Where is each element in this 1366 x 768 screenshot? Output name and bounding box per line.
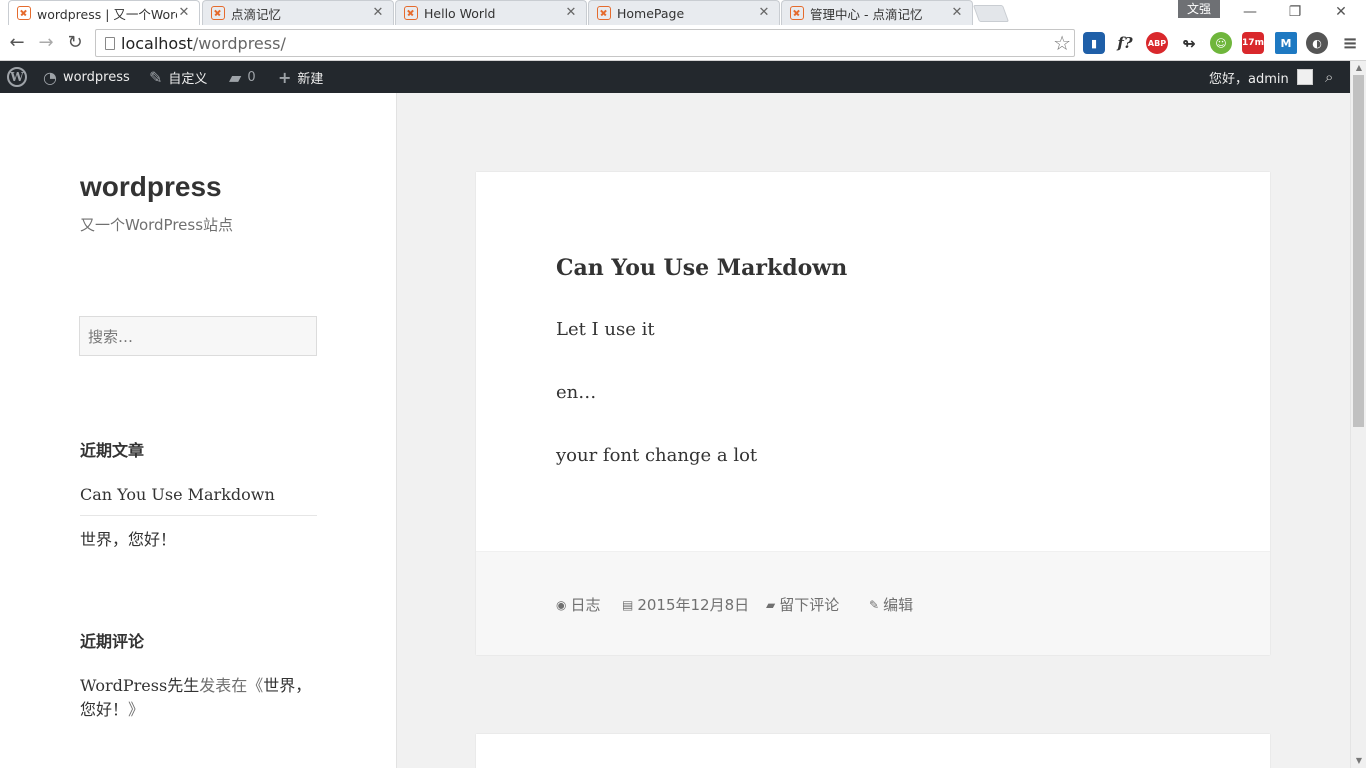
tab-wordpress[interactable]: wordpress | 又一个Word ✕ xyxy=(8,0,200,25)
calendar-icon: ▤ xyxy=(622,597,634,612)
browser-toolbar: ← → ↻ localhost/wordpress/ ☆ ▮ f? ABP ↬ … xyxy=(0,25,1366,61)
recent-comments-title: 近期评论 xyxy=(80,632,145,651)
dashboard-icon: ◔ xyxy=(43,67,57,87)
next-post-article xyxy=(476,734,1270,768)
scroll-thumb[interactable] xyxy=(1353,75,1364,427)
post-paragraph: en… xyxy=(556,382,597,403)
extension-arrow-icon[interactable]: ↬ xyxy=(1178,32,1200,54)
post-paragraph: your font change a lot xyxy=(556,445,758,466)
plus-icon: + xyxy=(278,67,292,87)
comment-author-link[interactable]: WordPress先生 xyxy=(80,676,199,695)
comment-close: 》 xyxy=(128,700,145,719)
scroll-up-icon[interactable]: ▲ xyxy=(1351,61,1366,75)
recent-comment-item: WordPress先生发表在《世界， 您好！》 xyxy=(80,674,320,722)
tab-label: 点滴记忆 xyxy=(231,6,282,22)
adblock-icon[interactable]: ABP xyxy=(1146,32,1168,54)
site-description: 又一个WordPress站点 xyxy=(80,216,234,234)
post-footer: ◉ 日志 ▤ 2015年12月8日 ▰ 留下评论 ✎ 编辑 xyxy=(476,551,1270,655)
extension-face-icon[interactable]: ☺ xyxy=(1210,32,1232,54)
avatar xyxy=(1296,69,1313,85)
customize-label: 自定义 xyxy=(168,71,208,87)
customize-menu[interactable]: ✎ 自定义 xyxy=(149,61,207,93)
extension-moon-icon[interactable]: ◐ xyxy=(1306,32,1328,54)
back-arrow-icon[interactable]: ← xyxy=(5,31,29,55)
post-date-link[interactable]: ▤ 2015年12月8日 xyxy=(622,594,749,615)
url-text: localhost/wordpress/ xyxy=(121,34,286,53)
xampp-favicon-icon xyxy=(211,6,225,20)
xampp-favicon-icon xyxy=(790,6,804,20)
recent-post-link[interactable]: Can You Use Markdown xyxy=(80,485,275,504)
tab-dianji[interactable]: 点滴记忆 ✕ xyxy=(202,0,394,25)
page-icon xyxy=(105,37,115,50)
xampp-favicon-icon xyxy=(597,6,611,20)
tab-strip: wordpress | 又一个Word ✕ 点滴记忆 ✕ Hello World… xyxy=(0,0,1366,25)
tab-homepage[interactable]: HomePage ✕ xyxy=(588,0,780,25)
address-bar[interactable]: localhost/wordpress/ ☆ xyxy=(95,29,1075,57)
tab-label: Hello World xyxy=(424,5,496,21)
new-label: 新建 xyxy=(297,71,324,87)
restore-icon[interactable]: ❐ xyxy=(1280,2,1310,22)
format-standard-icon: ◉ xyxy=(556,597,567,612)
search-icon: ⌕ xyxy=(1325,68,1334,86)
comment-connector: 发表在《 xyxy=(199,676,264,695)
close-icon[interactable]: ✕ xyxy=(757,6,771,20)
admin-search[interactable]: ⌕ xyxy=(1325,61,1339,93)
reload-icon[interactable]: ↻ xyxy=(63,31,87,55)
extension-book-icon[interactable]: ▮ xyxy=(1083,32,1105,54)
site-name-label: wordpress xyxy=(62,69,130,85)
post-comment-link[interactable]: ▰ 留下评论 xyxy=(766,594,839,615)
tab-label: 管理中心 - 点滴记忆 xyxy=(810,6,923,22)
greeting-text: 您好，admin xyxy=(1209,71,1289,87)
menu-icon[interactable]: ≡ xyxy=(1339,32,1361,54)
comment-post-link[interactable]: 世界， xyxy=(263,676,311,695)
extension-font-icon[interactable]: f? xyxy=(1114,32,1136,54)
new-content-menu[interactable]: + 新建 xyxy=(278,61,323,93)
comment-icon: ▰ xyxy=(766,597,776,612)
xampp-favicon-icon xyxy=(404,6,418,20)
comment-bubble-icon: ▰ xyxy=(229,67,242,87)
close-icon[interactable]: ✕ xyxy=(950,6,964,20)
close-icon[interactable]: ✕ xyxy=(564,6,578,20)
comment-post-link[interactable]: 您好！ xyxy=(80,700,128,719)
my-account-menu[interactable]: 您好，admin xyxy=(1209,61,1313,93)
scroll-down-icon[interactable]: ▼ xyxy=(1351,754,1366,768)
bookmark-star-icon[interactable]: ☆ xyxy=(1053,31,1071,55)
wp-admin-bar: W ◔ wordpress ✎ 自定义 ▰ 0 + 新建 您好，admin ⌕ xyxy=(0,61,1366,93)
post-format-link[interactable]: ◉ 日志 xyxy=(556,594,601,615)
profile-badge[interactable]: 文强 xyxy=(1178,0,1220,18)
post-title[interactable]: Can You Use Markdown xyxy=(556,255,847,281)
wordpress-logo-icon: W xyxy=(7,67,27,87)
tab-admin[interactable]: 管理中心 - 点滴记忆 ✕ xyxy=(781,0,973,25)
minimize-icon[interactable]: — xyxy=(1235,2,1265,22)
recent-posts-title: 近期文章 xyxy=(80,441,145,460)
divider xyxy=(80,515,317,516)
forward-arrow-icon[interactable]: → xyxy=(34,31,58,55)
post-edit-link[interactable]: ✎ 编辑 xyxy=(869,594,913,615)
pencil-icon: ✎ xyxy=(869,597,880,612)
close-icon[interactable]: ✕ xyxy=(371,6,385,20)
comments-count: 0 xyxy=(247,69,256,85)
tab-label: wordpress | 又一个Word xyxy=(37,6,177,22)
tab-label: HomePage xyxy=(617,5,685,21)
close-icon[interactable]: ✕ xyxy=(177,6,191,20)
page-scrollbar[interactable]: ▲ ▼ xyxy=(1350,61,1366,768)
search-input[interactable]: 搜索… xyxy=(79,316,317,356)
tab-hello-world[interactable]: Hello World ✕ xyxy=(395,0,587,25)
wp-logo-menu[interactable]: W xyxy=(7,61,27,93)
close-window-icon[interactable]: ✕ xyxy=(1326,2,1356,22)
new-tab-button[interactable] xyxy=(972,5,1010,22)
page-content: wordpress 又一个WordPress站点 搜索… 近期文章 Can Yo… xyxy=(0,93,1350,768)
extension-m-icon[interactable]: M xyxy=(1275,32,1297,54)
extension-timer-icon[interactable]: 17m xyxy=(1242,32,1264,54)
post-article: Can You Use Markdown Let I use it en… yo… xyxy=(476,172,1270,655)
recent-post-link[interactable]: 世界，您好！ xyxy=(80,526,176,550)
sidebar: wordpress 又一个WordPress站点 搜索… 近期文章 Can Yo… xyxy=(0,93,397,768)
brush-icon: ✎ xyxy=(149,67,163,87)
comments-menu[interactable]: ▰ 0 xyxy=(229,61,256,93)
xampp-favicon-icon xyxy=(17,6,31,20)
post-paragraph: Let I use it xyxy=(556,319,655,340)
site-title[interactable]: wordpress xyxy=(80,171,222,203)
site-name-menu[interactable]: ◔ wordpress xyxy=(43,61,130,93)
